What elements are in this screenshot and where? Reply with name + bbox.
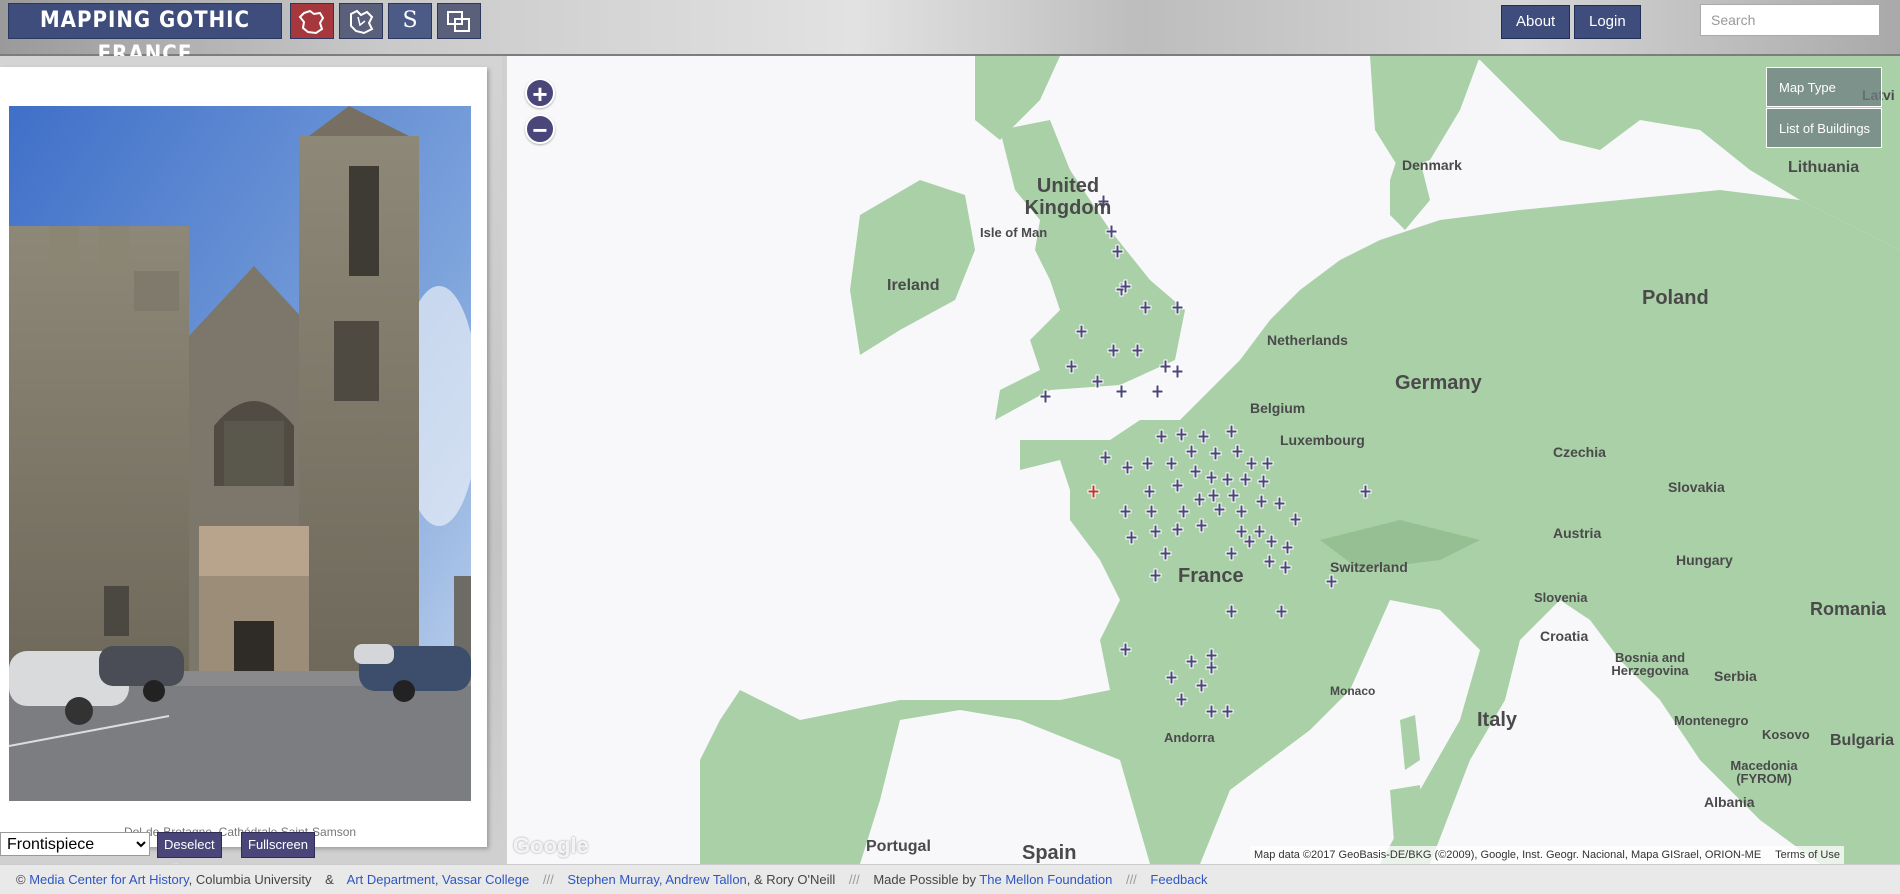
mcah-link[interactable]: Media Center for Art History [29, 872, 188, 887]
overlap-squares-icon [447, 11, 470, 32]
label-romania: Romania [1810, 599, 1887, 619]
label-italy: Italy [1477, 709, 1518, 731]
footer: © Media Center for Art History, Columbia… [0, 864, 1900, 894]
zoom-in-button[interactable]: + [525, 78, 555, 108]
attribution-text: Map data ©2017 GeoBasis-DE/BKG (©2009), … [1254, 849, 1762, 861]
login-button[interactable]: Login [1574, 5, 1641, 39]
s-nav-button[interactable]: S [388, 3, 432, 39]
label-slovakia: Slovakia [1668, 479, 1725, 495]
label-czechia: Czechia [1553, 444, 1606, 460]
label-monaco: Monaco [1330, 684, 1375, 698]
list-of-buildings-button[interactable]: List of Buildings [1766, 108, 1882, 148]
separator: /// [1125, 872, 1137, 887]
label-isle-of-man: Isle of Man [980, 225, 1047, 240]
copyright-symbol: © [16, 872, 26, 887]
mellon-link[interactable]: The Mellon Foundation [979, 872, 1112, 887]
map-attribution: Map data ©2017 GeoBasis-DE/BKG (©2009), … [1250, 846, 1844, 864]
map-type-button[interactable]: Map Type [1766, 67, 1882, 107]
label-ireland: Ireland [887, 277, 939, 294]
site-logo[interactable]: MAPPING GOTHIC FRANCE [8, 3, 282, 67]
google-logo: Google [513, 833, 589, 858]
land-sardinia [1390, 785, 1425, 855]
terms-link[interactable]: Terms of Use [1775, 849, 1840, 861]
search-input[interactable] [1700, 4, 1880, 36]
label-poland: Poland [1642, 287, 1709, 309]
france-map-nav-button[interactable] [290, 3, 334, 39]
label-croatia: Croatia [1540, 628, 1588, 644]
fullscreen-button[interactable]: Fullscreen [241, 832, 315, 858]
label-macedonia-2: (FYROM) [1736, 771, 1792, 786]
label-montenegro: Montenegro [1674, 713, 1748, 728]
label-slovenia: Slovenia [1534, 590, 1588, 605]
label-andorra: Andorra [1164, 730, 1215, 745]
label-germany: Germany [1395, 372, 1483, 394]
map-container[interactable]: United Kingdom Isle of Man Ireland Denma… [507, 56, 1900, 864]
label-albania: Albania [1704, 794, 1755, 810]
people-link[interactable]: Stephen Murray, Andrew Tallon [567, 872, 746, 887]
label-lithuania: Lithuania [1788, 159, 1859, 176]
label-serbia: Serbia [1714, 668, 1757, 684]
label-luxembourg: Luxembourg [1280, 432, 1365, 448]
header-bar: MAPPING GOTHIC FRANCE S About Login [0, 0, 1900, 67]
feedback-link[interactable]: Feedback [1150, 872, 1207, 887]
region-map-nav-button[interactable] [339, 3, 383, 39]
columbia-text: , Columbia University [188, 872, 312, 887]
compare-nav-button[interactable] [437, 3, 481, 39]
label-bosnia-2: Herzegovina [1611, 663, 1689, 678]
separator: /// [848, 872, 860, 887]
label-kosovo: Kosovo [1762, 727, 1810, 742]
label-switzerland: Switzerland [1330, 559, 1408, 575]
label-hungary: Hungary [1676, 552, 1733, 568]
label-france: France [1178, 565, 1244, 587]
label-uk-2: Kingdom [1025, 197, 1112, 219]
cathedral-photo[interactable] [9, 106, 471, 801]
made-possible-text: Made Possible by [873, 872, 980, 887]
label-uk-1: United [1037, 175, 1099, 197]
map-canvas[interactable]: United Kingdom Isle of Man Ireland Denma… [507, 56, 1900, 864]
france-outline-icon [298, 9, 325, 35]
label-netherlands: Netherlands [1267, 332, 1348, 348]
people-text: , & Rory O'Neill [746, 872, 836, 887]
deselect-all-button[interactable]: Deselect All [157, 832, 222, 876]
label-austria: Austria [1553, 525, 1601, 541]
ampersand: & [325, 872, 334, 887]
view-select[interactable]: Frontispiece [0, 832, 150, 856]
label-spain: Spain [1022, 842, 1076, 864]
label-bulgaria: Bulgaria [1830, 732, 1894, 749]
art-dept-link[interactable]: Art Department, Vassar College [347, 872, 530, 887]
about-button[interactable]: About [1501, 5, 1571, 39]
label-portugal: Portugal [866, 838, 931, 855]
label-belgium: Belgium [1250, 400, 1305, 416]
region-map-icon [350, 9, 374, 35]
separator: /// [542, 872, 554, 887]
zoom-out-button[interactable]: − [525, 114, 555, 144]
label-denmark: Denmark [1402, 157, 1462, 173]
